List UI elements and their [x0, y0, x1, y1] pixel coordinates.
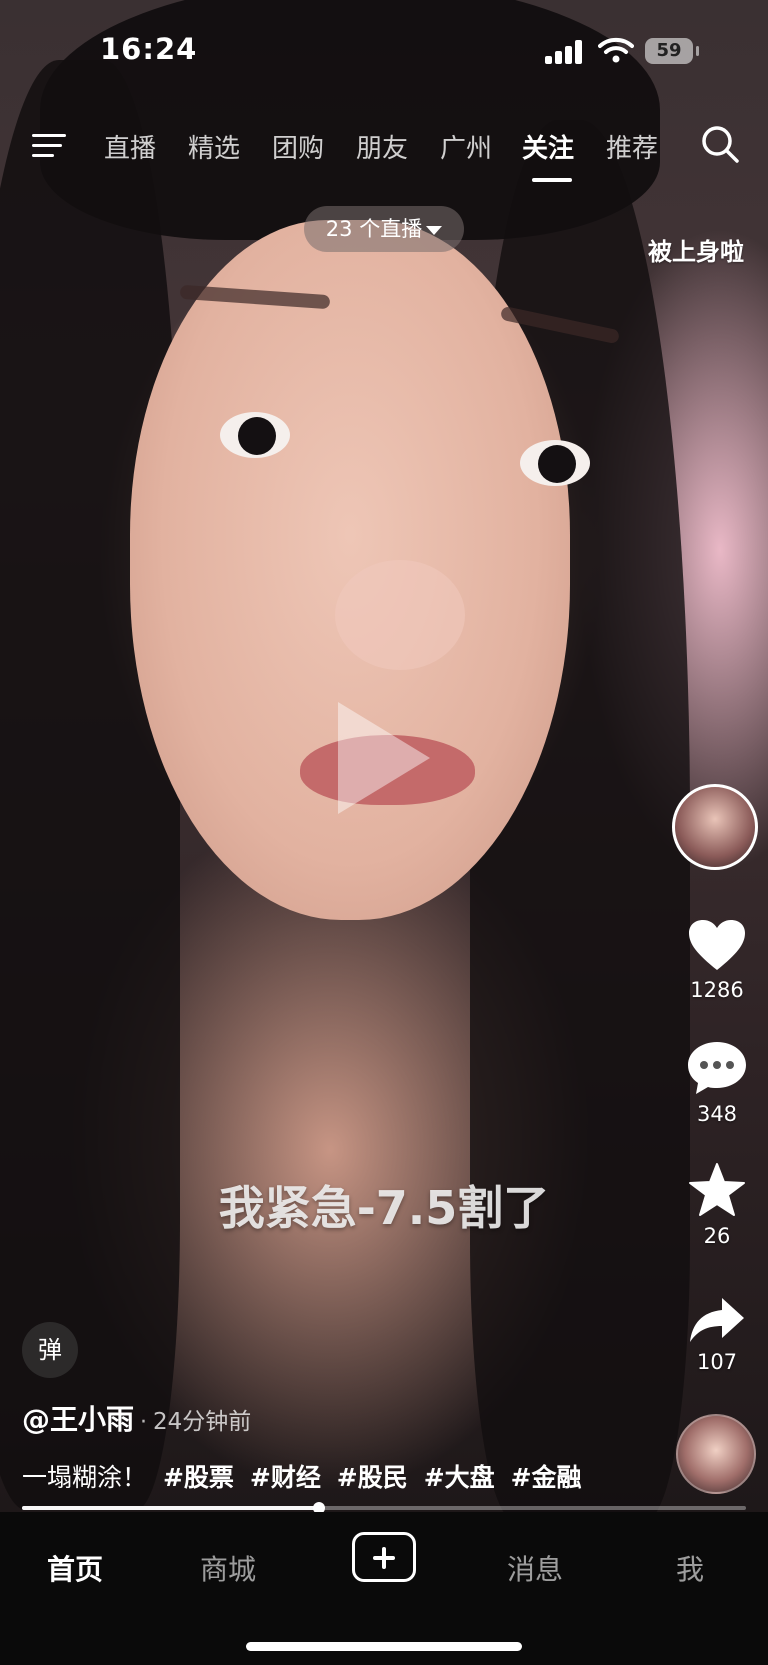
top-nav: 直播 精选 团购 朋友 广州 关注 推荐: [0, 118, 768, 178]
author-avatar[interactable]: [672, 784, 758, 870]
share-button[interactable]: 107: [672, 1296, 762, 1374]
favorite-count: 26: [703, 1224, 731, 1248]
live-count-label: 23 个直播: [325, 217, 423, 241]
video-frame-nose: [335, 560, 465, 670]
wifi-icon: [598, 37, 634, 63]
douyin-screen: 16:24 59 直播 精选 团购 朋友 广州 关注 推荐 23 个直播 被上身…: [0, 0, 768, 1665]
active-tab-indicator: [532, 178, 572, 182]
progress-fill: [22, 1506, 319, 1510]
hashtag-link[interactable]: #股票: [163, 1463, 234, 1492]
video-frame-hair: [0, 60, 180, 1510]
comment-icon: [688, 1042, 746, 1094]
hashtag-link[interactable]: #金融: [511, 1463, 582, 1492]
star-icon: [689, 1163, 745, 1216]
danmu-toggle-button[interactable]: 弹: [22, 1322, 78, 1378]
share-arrow-icon: [690, 1298, 744, 1342]
video-frame-eye: [220, 412, 290, 458]
post-time: 24分钟前: [153, 1409, 252, 1435]
author-name[interactable]: @王小雨: [22, 1403, 134, 1436]
like-count: 1286: [690, 978, 744, 1002]
search-icon[interactable]: [700, 124, 740, 164]
battery-indicator: 59: [645, 38, 699, 64]
menu-icon[interactable]: [32, 132, 68, 160]
video-progress-bar[interactable]: [22, 1502, 746, 1514]
status-time: 16:24: [100, 32, 198, 66]
status-bar: 16:24 59: [0, 0, 768, 100]
tab-group-buy[interactable]: 团购: [272, 128, 324, 165]
video-frame-face: [130, 220, 570, 920]
description-text: 一塌糊涂！: [22, 1463, 148, 1492]
tab-following[interactable]: 关注: [522, 128, 574, 165]
caret-down-icon: [426, 225, 443, 235]
tab-me[interactable]: 我: [676, 1548, 704, 1588]
comment-button[interactable]: 348: [672, 1040, 762, 1126]
separator-dot: ·: [140, 1410, 148, 1435]
tab-recommended[interactable]: 推荐: [606, 128, 658, 165]
music-disc[interactable]: [676, 1414, 756, 1494]
tab-mall[interactable]: 商城: [200, 1548, 256, 1588]
tab-live[interactable]: 直播: [104, 128, 156, 165]
video-caption: 我紧急-7.5割了: [218, 1181, 550, 1235]
post-description: 一塌糊涂！ #股票 #财经 #股民 #大盘 #金融: [22, 1458, 582, 1494]
comment-count: 348: [696, 1102, 738, 1126]
create-post-button[interactable]: [352, 1532, 416, 1582]
author-line: @王小雨 · 24分钟前: [22, 1398, 251, 1438]
hashtag-link[interactable]: #股民: [337, 1463, 408, 1492]
tab-friends[interactable]: 朋友: [356, 128, 408, 165]
play-icon[interactable]: [338, 702, 430, 814]
cellular-signal-icon: [545, 40, 585, 64]
heart-icon: [689, 920, 745, 970]
live-count-pill[interactable]: 23 个直播: [304, 206, 464, 252]
like-button[interactable]: 1286: [672, 918, 762, 1002]
tab-featured[interactable]: 精选: [188, 128, 240, 165]
adjacent-video-title: 被上身啦: [648, 238, 744, 266]
hashtag-link[interactable]: #大盘: [424, 1463, 495, 1492]
hashtag-link[interactable]: #财经: [250, 1463, 321, 1492]
favorite-button[interactable]: 26: [672, 1162, 762, 1248]
share-count: 107: [696, 1350, 738, 1374]
tab-guangzhou[interactable]: 广州: [440, 128, 492, 165]
tab-messages[interactable]: 消息: [507, 1548, 563, 1588]
tab-home[interactable]: 首页: [47, 1548, 103, 1588]
video-frame-eye: [520, 440, 590, 486]
home-indicator: [246, 1642, 522, 1651]
